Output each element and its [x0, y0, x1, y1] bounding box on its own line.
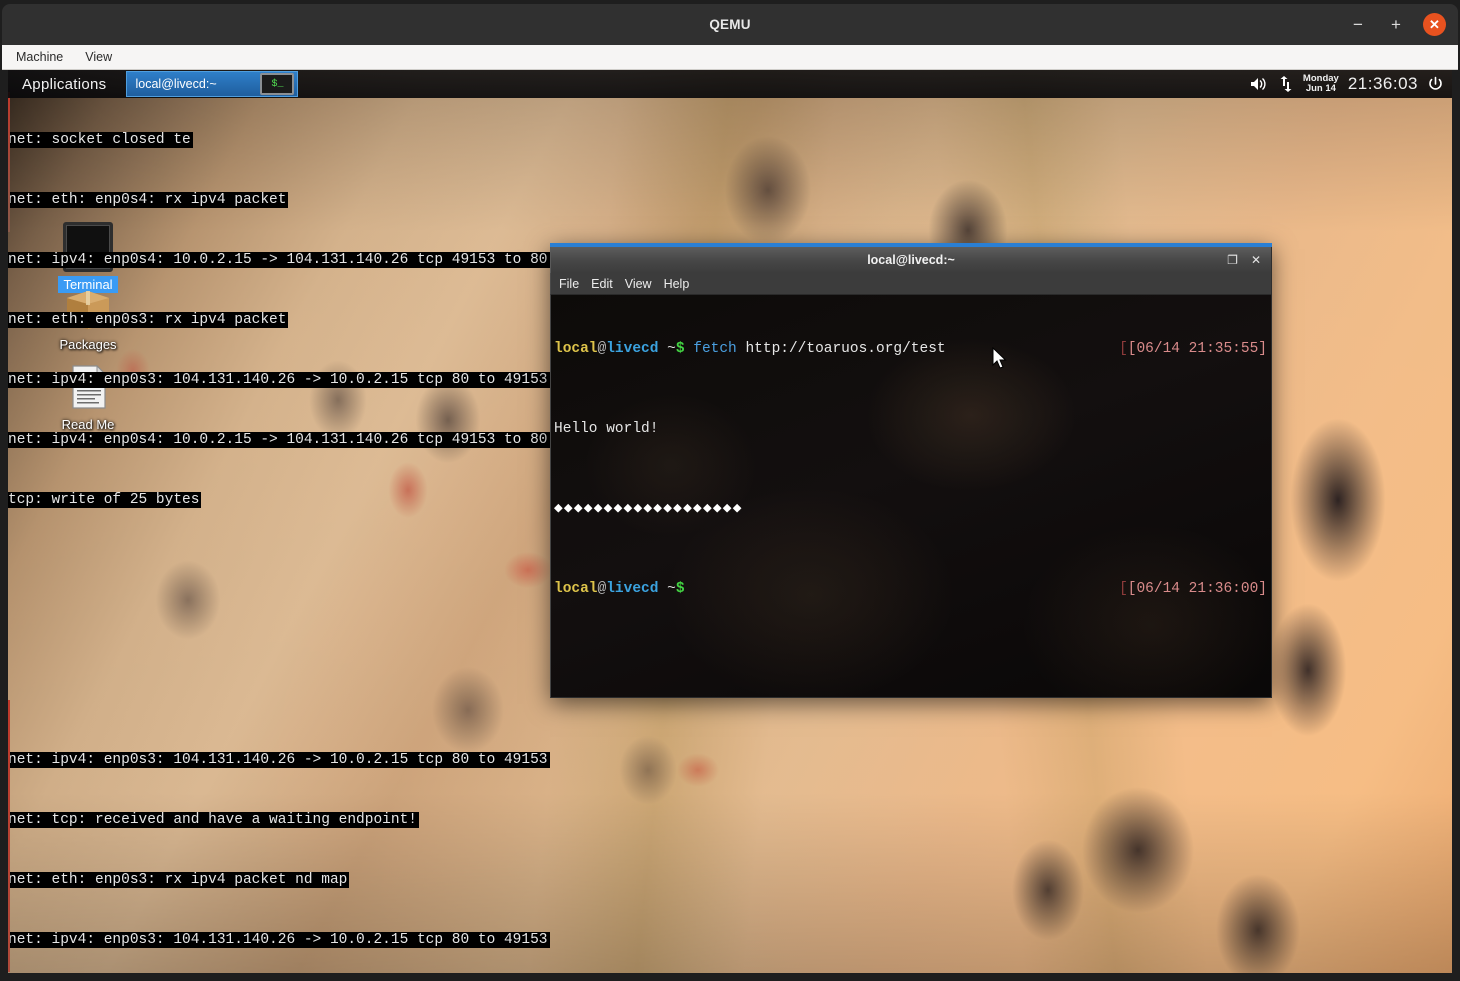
menu-view[interactable]: View — [85, 50, 112, 64]
vm-screen[interactable]: net: socket closed te net: eth: enp0s4: … — [8, 70, 1452, 973]
terminal-window[interactable]: local@livecd:~ ❐ ✕ File Edit View Help l… — [550, 243, 1272, 698]
terminal-window-title: local@livecd:~ — [867, 253, 955, 267]
qemu-window: QEMU − + ✕ Machine View net: socket clos… — [0, 0, 1460, 981]
progress-indicator: ◆◆◆◆◆◆◆◆◆◆◆◆◆◆◆◆◆◆◆ — [554, 501, 743, 517]
command-name: fetch — [684, 341, 737, 357]
panel-clock: 21:36:03 — [1347, 74, 1418, 93]
kernel-console-bottom: net: ipv4: enp0s3: 104.131.140.26 -> 10.… — [8, 710, 550, 973]
prompt-path: ~ — [658, 581, 676, 597]
prompt-user: local — [554, 341, 598, 357]
terminal-maximize-button[interactable]: ❐ — [1227, 254, 1238, 266]
qemu-titlebar[interactable]: QEMU − + ✕ — [2, 4, 1458, 45]
prompt-sigil: $ — [675, 581, 685, 597]
qemu-window-title: QEMU — [709, 17, 751, 32]
close-button[interactable]: ✕ — [1423, 13, 1446, 36]
terminal-line: local@livecd ~$ fetch http://toaruos.org… — [554, 339, 1267, 359]
console-line: net: eth: enp0s4: rx ipv4 packet — [8, 192, 289, 208]
toaru-panel: Applications local@livecd:~ $_ Monday Ju… — [8, 70, 1452, 98]
terminal-body[interactable]: local@livecd ~$ fetch http://toaruos.org… — [550, 295, 1272, 698]
console-line: net: ipv4: enp0s3: 104.131.140.26 -> 10.… — [8, 752, 550, 768]
terminal-titlebar[interactable]: local@livecd:~ ❐ ✕ — [550, 247, 1272, 273]
prompt-at: @ — [597, 341, 607, 357]
taskbar-window-label: local@livecd:~ — [135, 77, 217, 91]
menu-machine[interactable]: Machine — [16, 50, 63, 64]
terminal-close-button[interactable]: ✕ — [1251, 254, 1261, 266]
timestamp-value: [06/14 21:36:00] — [1127, 581, 1267, 597]
console-line: net: ipv4: enp0s3: 104.131.140.26 -> 10.… — [8, 372, 550, 388]
panel-date: Monday Jun 14 — [1303, 74, 1339, 94]
maximize-button[interactable]: + — [1385, 14, 1407, 36]
line-timestamp: [[06/14 21:36:00] — [1119, 581, 1267, 597]
console-line: net: ipv4: enp0s3: 104.131.140.26 -> 10.… — [8, 932, 550, 948]
console-line: tcp: write of 25 bytes — [8, 492, 202, 508]
prompt-host: livecd — [606, 341, 659, 357]
prompt-host: livecd — [606, 581, 659, 597]
command-output: Hello world! — [554, 421, 659, 437]
console-line: net: socket closed te — [8, 132, 193, 148]
line-timestamp: [[06/14 21:35:55] — [1119, 341, 1267, 357]
terminal-output: local@livecd ~$ fetch http://toaruos.org… — [554, 299, 1267, 639]
prompt-at: @ — [597, 581, 607, 597]
prompt-sigil: $ — [675, 341, 685, 357]
network-arrows-icon[interactable] — [1278, 76, 1294, 92]
console-left-rule — [8, 92, 10, 232]
terminal-menu-file[interactable]: File — [559, 277, 579, 291]
command-argument: http://toaruos.org/test — [736, 341, 946, 357]
kernel-console-top: net: socket closed te net: eth: enp0s4: … — [8, 90, 550, 550]
taskbar-window-button[interactable]: local@livecd:~ $_ — [126, 71, 299, 97]
console-line: net: ipv4: enp0s4: 10.0.2.15 -> 104.131.… — [8, 252, 550, 268]
console-line: net: ipv4: enp0s4: 10.0.2.15 -> 104.131.… — [8, 432, 550, 448]
terminal-line: local@livecd ~$ [[06/14 21:36:00] — [554, 579, 1267, 599]
terminal-window-buttons: ❐ ✕ — [1227, 247, 1261, 273]
terminal-menu-view[interactable]: View — [625, 277, 652, 291]
console-line: net: eth: enp0s3: rx ipv4 packet — [8, 312, 289, 328]
applications-menu-button[interactable]: Applications — [8, 76, 122, 93]
minimize-button[interactable]: − — [1347, 14, 1369, 36]
prompt-path: ~ — [658, 341, 676, 357]
panel-date-date: Jun 14 — [1305, 83, 1336, 94]
power-icon[interactable] — [1427, 76, 1444, 93]
qemu-menubar: Machine View — [2, 45, 1458, 70]
qemu-window-buttons: − + ✕ — [1347, 4, 1446, 45]
console-line: net: eth: enp0s3: rx ipv4 packet nd map — [8, 872, 350, 888]
terminal-menu-help[interactable]: Help — [664, 277, 690, 291]
timestamp-value: [06/14 21:35:55] — [1127, 341, 1267, 357]
terminal-menu-edit[interactable]: Edit — [591, 277, 613, 291]
panel-tray: Monday Jun 14 21:36:03 — [1249, 74, 1452, 94]
prompt-user: local — [554, 581, 598, 597]
console-line: net: tcp: received and have a waiting en… — [8, 812, 419, 828]
terminal-menubar: File Edit View Help — [550, 273, 1272, 295]
terminal-line: Hello world! — [554, 419, 1267, 439]
console-left-rule-2 — [8, 700, 10, 972]
speaker-icon[interactable] — [1249, 76, 1269, 92]
terminal-icon: $_ — [260, 73, 295, 95]
terminal-line: ◆◆◆◆◆◆◆◆◆◆◆◆◆◆◆◆◆◆◆ — [554, 499, 1267, 519]
